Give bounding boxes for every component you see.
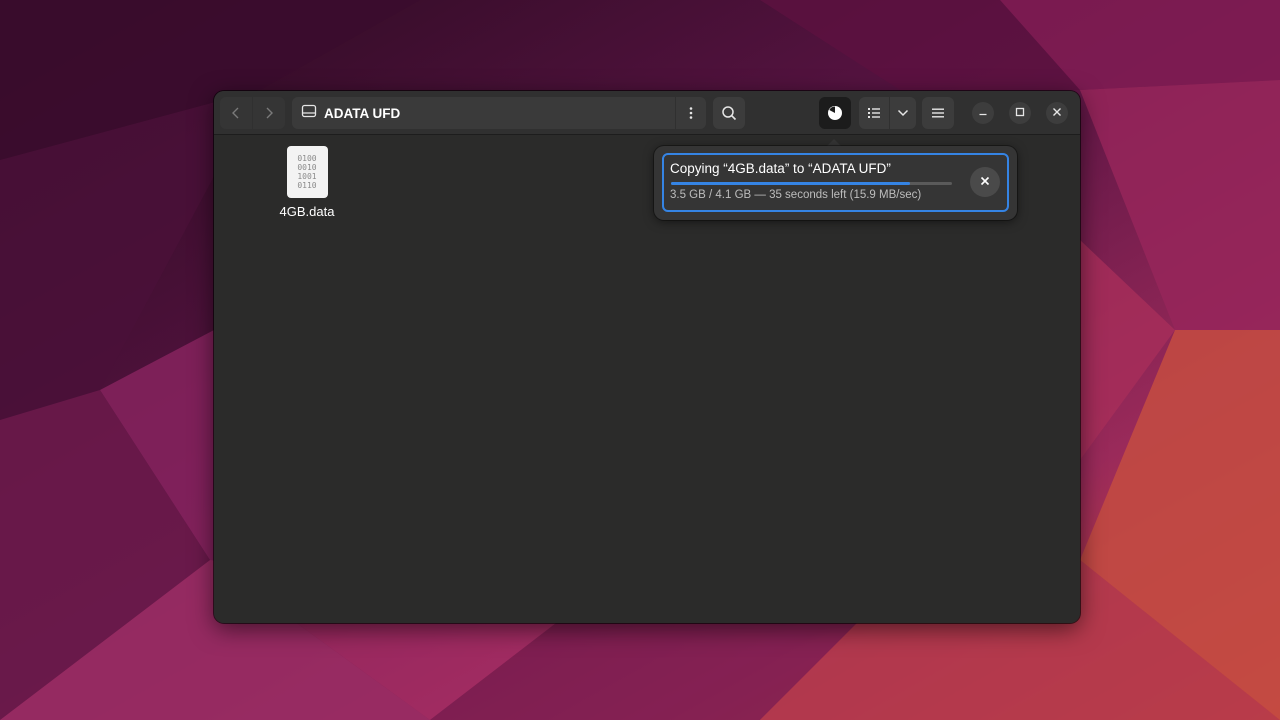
forward-button[interactable] [253,97,285,129]
search-icon [721,105,737,121]
progress-pie-icon [827,105,843,121]
file-name-label: 4GB.data [279,204,335,219]
list-view-button[interactable] [859,97,889,129]
file-operations-popover: Copying “4GB.data” to “ADATA UFD” 3.5 GB… [654,146,1017,220]
file-item[interactable]: 0100 0010 1001 0110 4GB.data [269,146,345,222]
close-icon [1052,104,1062,122]
search-button[interactable] [713,97,745,129]
window-close-button[interactable] [1046,102,1068,124]
drive-icon [301,104,317,123]
binary-file-icon: 0100 0010 1001 0110 [286,146,328,198]
minimize-button[interactable] [972,102,994,124]
minimize-icon [978,104,988,122]
path-menu-button[interactable] [676,97,706,129]
header-bar: ADATA UFD [214,91,1080,135]
vertical-dots-icon [689,106,693,120]
chevron-right-icon [262,106,276,120]
list-view-icon [867,107,881,119]
view-options-button[interactable] [890,97,916,129]
cancel-operation-button[interactable] [970,167,1000,197]
operation-progress-bar [671,182,952,185]
close-icon [980,173,990,191]
path-location-label: ADATA UFD [324,105,401,121]
file-operation-row[interactable]: Copying “4GB.data” to “ADATA UFD” 3.5 GB… [662,153,1009,212]
maximize-icon [1015,104,1025,122]
operations-button[interactable] [819,97,851,129]
operation-progress-fill [671,182,910,185]
back-button[interactable] [220,97,252,129]
path-bar[interactable]: ADATA UFD [292,97,675,129]
main-menu-button[interactable] [922,97,954,129]
hamburger-menu-icon [931,107,945,119]
maximize-button[interactable] [1009,102,1031,124]
chevron-left-icon [229,106,243,120]
operation-title: Copying “4GB.data” to “ADATA UFD” [670,161,891,176]
binary-file-icon-text: 0100 0010 1001 0110 [297,154,317,190]
operation-detail: 3.5 GB / 4.1 GB — 35 seconds left (15.9 … [670,189,922,201]
chevron-down-icon [897,109,909,117]
